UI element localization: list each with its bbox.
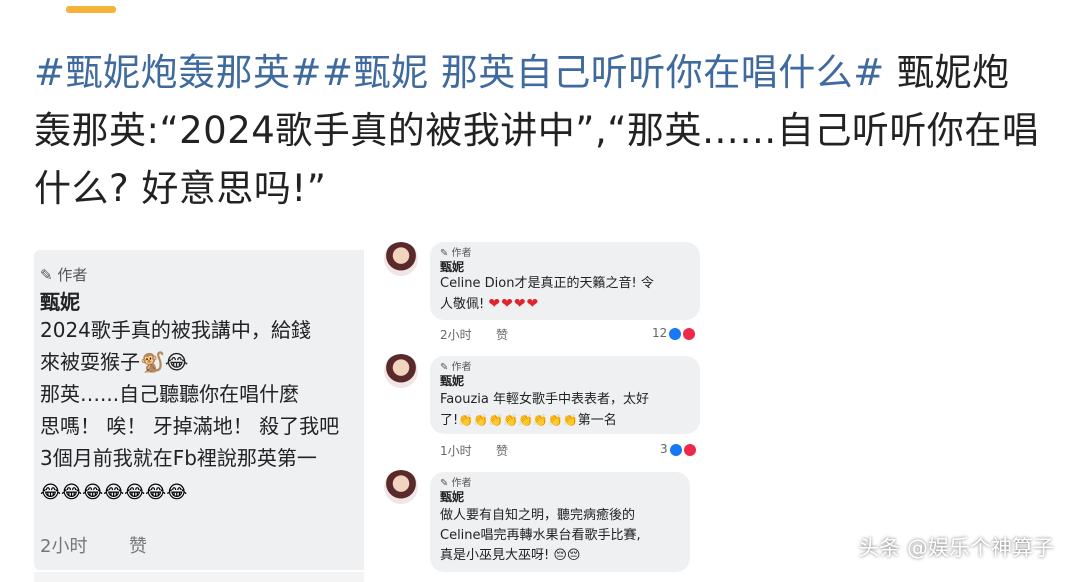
watermark: 头条 @娱乐个神算子 — [858, 536, 1054, 560]
comment-body: 做人要有自知之明，聽完病癒後的 Celine唱完再轉水果台看歌手比賽, 真是小巫… — [440, 506, 688, 566]
heart-icon: ❤❤❤❤ — [488, 296, 540, 312]
accent-bar — [66, 6, 116, 13]
sad-face-icon: 😔😔 — [553, 548, 581, 563]
comment-line: 做人要有自知之明，聽完病癒後的 — [440, 508, 636, 523]
comment-emoji: 😂😂😂😂😂😂😂 — [40, 482, 188, 503]
clap-icon: 👏👏👏👏👏👏👏👏 — [458, 413, 578, 427]
comment-line: 3個月前我就在Fb裡說那英第一 — [40, 446, 317, 470]
comment-line: 真是小巫見大巫呀! 😔😔 — [440, 546, 688, 566]
post-text: #甄妮炮轰那英##甄妮 那英自己听听你在唱什么# 甄妮炮轰那英:“2024歌手真… — [34, 44, 1044, 218]
commenter-name[interactable]: 甄妮 — [440, 372, 464, 389]
hashtag-link[interactable]: #甄妮炮轰那英# — [34, 51, 322, 94]
author-badge: ✎ 作者 — [440, 248, 472, 259]
comment-time: 1小时 — [440, 444, 472, 458]
comment-line: 來被耍猴子🐒😂 — [40, 350, 189, 374]
comment-body: Faouzia 年輕女歌手中表表者，太好 了!👏👏👏👏👏👏👏👏第一名 — [440, 390, 698, 431]
avatar[interactable] — [384, 354, 418, 388]
author-badge: ✎ 作者 — [40, 266, 88, 284]
avatar[interactable] — [384, 242, 418, 276]
comment-line: 2024歌手真的被我講中，給錢 — [40, 318, 311, 342]
reaction-count[interactable]: 12 — [652, 326, 696, 340]
divider — [34, 572, 364, 582]
love-reaction-icon — [683, 327, 696, 340]
comment-line: Faouzia 年輕女歌手中表表者，太好 — [440, 392, 649, 407]
comment-line: 思嗎！ 唉！ 牙掉滿地！ 殺了我吧 — [40, 414, 340, 438]
comment-line: Celine Dion才是真正的天籟之音! 令 — [440, 276, 654, 291]
comment-body: 2024歌手真的被我講中，給錢 來被耍猴子🐒😂 那英…...自己聽聽你在唱什麼 … — [40, 314, 364, 474]
avatar[interactable] — [384, 470, 418, 504]
comment-time: 2小时 — [40, 536, 88, 557]
like-button[interactable]: 赞 — [496, 442, 508, 459]
reaction-count-value: 12 — [652, 326, 668, 340]
like-button[interactable]: 赞 — [129, 532, 147, 558]
reaction-count-value: 3 — [660, 442, 668, 456]
comment-line-text: 真是小巫見大巫呀! — [440, 548, 550, 563]
comment-line-text: 了! — [440, 413, 459, 428]
commenter-name[interactable]: 甄妮 — [40, 286, 80, 315]
comment-line: Celine唱完再轉水果台看歌手比賽, — [440, 528, 641, 543]
comment-line: 了!👏👏👏👏👏👏👏👏第一名 — [440, 410, 698, 431]
comment-line-tail: 第一名 — [577, 413, 617, 428]
like-button[interactable]: 赞 — [496, 326, 508, 343]
hashtag-link[interactable]: #甄妮 那英自己听听你在唱什么# — [322, 51, 885, 94]
comment-line: 人敬佩! ❤❤❤❤ — [440, 294, 698, 315]
author-badge: ✎ 作者 — [440, 478, 472, 489]
comment-line-text: 人敬佩! — [440, 297, 485, 312]
comment-line: 那英…...自己聽聽你在唱什麼 — [40, 382, 300, 406]
love-reaction-icon — [683, 443, 696, 456]
comment-body: Celine Dion才是真正的天籟之音! 令 人敬佩! ❤❤❤❤ — [440, 274, 698, 315]
like-reaction-icon — [669, 327, 682, 340]
commenter-name[interactable]: 甄妮 — [440, 258, 464, 275]
like-reaction-icon — [669, 443, 682, 456]
comment-time: 2小时 — [440, 328, 472, 342]
reaction-count[interactable]: 3 — [660, 442, 696, 456]
comment-card-large: ✎ 作者 甄妮 2024歌手真的被我講中，給錢 來被耍猴子🐒😂 那英…...自己… — [34, 250, 364, 570]
commenter-name[interactable]: 甄妮 — [440, 488, 464, 505]
author-badge: ✎ 作者 — [440, 362, 472, 373]
